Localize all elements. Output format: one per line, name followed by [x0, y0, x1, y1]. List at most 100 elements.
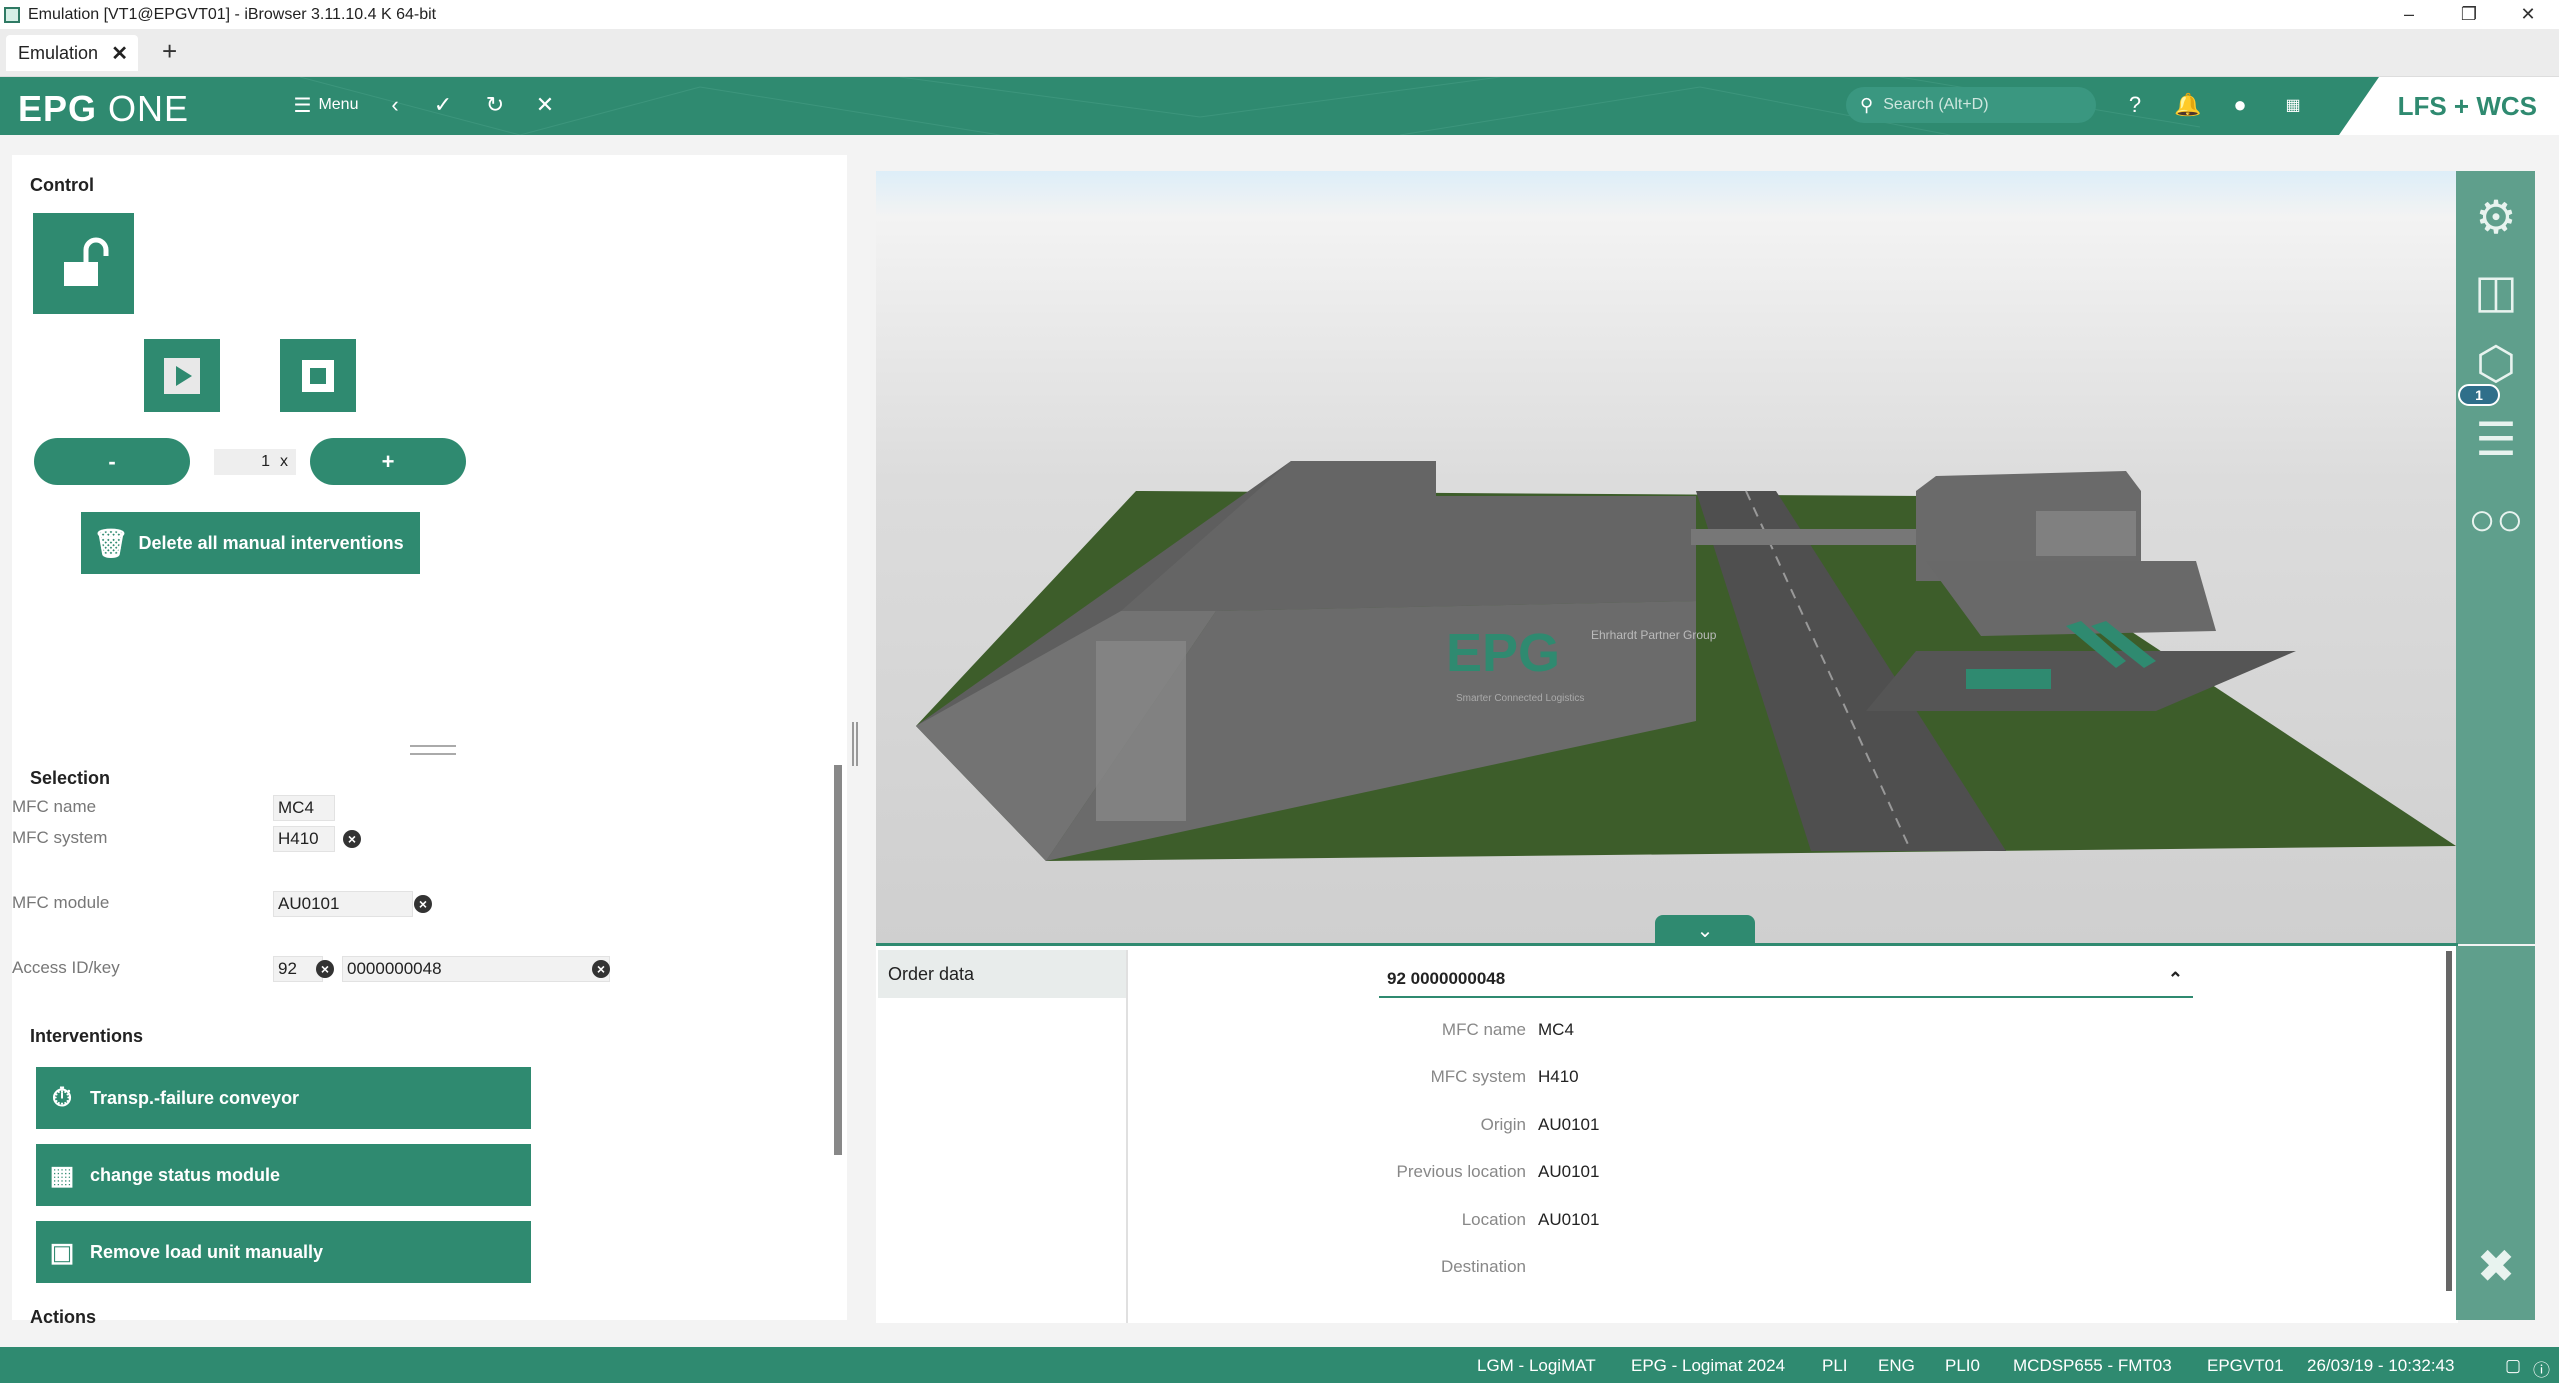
mfc-name-field[interactable]: MC4	[273, 795, 335, 821]
search-placeholder: Search (Alt+D)	[1883, 96, 1989, 113]
binoculars-icon[interactable]: ○○	[2466, 489, 2526, 549]
search-icon: ⚲	[1860, 94, 1874, 115]
clear-access-key-icon[interactable]: ×	[592, 960, 610, 978]
tab-emulation[interactable]: Emulation ✕	[6, 35, 138, 71]
delete-label: Delete all manual interventions	[138, 532, 404, 553]
layers-icon[interactable]: ☰	[2466, 409, 2526, 469]
order-row-label: Previous location	[1396, 1162, 1526, 1181]
transp-failure-conveyor-button[interactable]: ⏱ Transp.-failure conveyor	[36, 1067, 531, 1129]
window-title: Emulation [VT1@EPGVT01] - iBrowser 3.11.…	[28, 5, 437, 23]
order-row-origin: Origin AU0101	[1326, 1115, 1926, 1139]
lock-status-icon[interactable]: ▢	[2505, 1356, 2521, 1376]
logo-light: ONE	[108, 88, 190, 129]
help-icon[interactable]: ?	[2120, 87, 2150, 123]
mfc-name-label: MFC name	[12, 797, 97, 816]
unlock-icon	[63, 237, 108, 286]
status-project: EPG - Logimat 2024	[1631, 1356, 1786, 1375]
scene-logo-small-text: Ehrhardt Partner Group	[1591, 628, 1717, 642]
new-tab-button[interactable]: +	[162, 36, 177, 67]
tab-label: Emulation	[18, 42, 99, 63]
clear-mfc-module-icon[interactable]: ×	[414, 895, 432, 913]
minimize-button[interactable]: –	[2380, 0, 2438, 29]
tab-order-data[interactable]: Order data	[878, 950, 1126, 998]
speed-decrease-button[interactable]: -	[34, 438, 190, 485]
status-warehouse: LGM - LogiMAT	[1477, 1356, 1596, 1375]
clear-access-id-icon[interactable]: ×	[316, 960, 334, 978]
epg-one-logo[interactable]: EPG ONE	[18, 88, 189, 130]
warehouse-3d-scene: EPG Ehrhardt Partner Group Smarter Conne…	[916, 461, 2456, 861]
intervention-label: change status module	[90, 1164, 281, 1185]
confirm-icon[interactable]: ✓	[428, 87, 458, 123]
unlock-button[interactable]	[33, 213, 134, 314]
layer-count-badge: 1	[2458, 384, 2500, 406]
refresh-icon[interactable]: ↻	[480, 87, 510, 123]
order-row-location: Location AU0101	[1326, 1210, 1926, 1234]
remove-load-icon: ▣	[49, 1236, 75, 1267]
close-window-button[interactable]: ✕	[2499, 0, 2557, 29]
play-button[interactable]	[144, 339, 220, 412]
speed-unit: x	[280, 453, 288, 470]
intervention-label: Transp.-failure conveyor	[90, 1087, 300, 1108]
info-icon[interactable]: ⓘ	[2533, 1356, 2550, 1381]
order-row-label: MFC system	[1430, 1067, 1526, 1086]
speed-increase-button[interactable]: +	[310, 438, 466, 485]
order-data-panel: Order data 92 0000000048 ⌃ MFC name MC4 …	[876, 943, 2458, 1323]
collapse-panel-button[interactable]: ⌄	[1655, 915, 1755, 945]
clear-mfc-system-icon[interactable]: ×	[343, 830, 361, 848]
vertical-splitter-handle[interactable]	[852, 722, 858, 766]
access-key-field[interactable]: 0000000048	[342, 956, 610, 982]
change-status-module-button[interactable]: ▦ change status module	[36, 1144, 531, 1206]
order-divider	[1126, 950, 1128, 1323]
order-row-value: H410	[1538, 1067, 1579, 1086]
back-icon[interactable]: ‹	[380, 87, 410, 123]
order-selected-value: 92 0000000048	[1387, 969, 1506, 988]
panel-splitter-handle[interactable]	[410, 745, 456, 755]
chevron-up-icon[interactable]: ⌃	[2168, 969, 2183, 990]
order-row-previous-location: Previous location AU0101	[1326, 1162, 1926, 1186]
app-icon	[4, 6, 20, 23]
3d-viewport[interactable]: EPG Ehrhardt Partner Group Smarter Conne…	[876, 171, 2458, 944]
scene-tagline-text: Smarter Connected Logistics	[1456, 693, 1584, 704]
search-field[interactable]: ⚲ Search (Alt+D)	[1846, 87, 2096, 123]
box-icon[interactable]: ◫	[2466, 261, 2526, 321]
status-datetime: 26/03/19 - 10:32:43	[2307, 1356, 2455, 1375]
app-header: EPG ONE ☰ Menu ‹ ✓ ↻ ✕ ⚲ Search (Alt+D) …	[0, 77, 2559, 135]
stop-button[interactable]	[280, 339, 356, 412]
bell-icon[interactable]: 🔔	[2173, 87, 2203, 123]
remove-load-unit-button[interactable]: ▣ Remove load unit manually	[36, 1221, 531, 1283]
mfc-system-label: MFC system	[12, 828, 108, 847]
scene-logo-text: EPG	[1446, 623, 1560, 683]
order-panel-scrollbar[interactable]	[2446, 951, 2452, 1291]
mfc-system-field[interactable]: H410	[273, 826, 335, 852]
apps-grid-icon[interactable]: ▦	[2278, 87, 2308, 123]
control-title: Control	[30, 175, 94, 195]
order-selector[interactable]: 92 0000000048 ⌃	[1379, 962, 2193, 998]
mfc-module-field[interactable]: AU0101	[273, 891, 413, 917]
right-toolbar-bottom: ✖	[2456, 946, 2535, 1320]
order-row-mfc-name: MFC name MC4	[1326, 1020, 1926, 1044]
stopwatch-icon: ⏱	[51, 1082, 73, 1112]
speed-value: 1	[261, 453, 270, 470]
status-host: MCDSP655 - FMT03	[2013, 1356, 2172, 1375]
hamburger-icon: ☰	[293, 94, 312, 117]
status-pli: PLI	[1822, 1356, 1848, 1375]
settings-gear-icon[interactable]: ⚙	[2466, 187, 2526, 247]
order-row-destination: Destination	[1326, 1257, 1926, 1281]
right-toolbar: ⚙ ◫ ⬡ ☰ ○○	[2456, 171, 2535, 944]
order-row-value: MC4	[1538, 1020, 1574, 1039]
maximize-button[interactable]: ❐	[2440, 0, 2498, 29]
selection-title: Selection	[30, 768, 111, 788]
tab-close-icon[interactable]: ✕	[111, 41, 128, 66]
play-icon	[164, 357, 200, 394]
cancel-icon[interactable]: ✕	[530, 87, 560, 123]
tools-icon[interactable]: ✖	[2466, 1236, 2526, 1296]
user-icon[interactable]: ●	[2225, 87, 2255, 123]
order-row-value: AU0101	[1538, 1162, 1600, 1181]
left-panel-scrollbar[interactable]	[834, 765, 842, 1155]
speed-display: 1 x	[214, 449, 296, 475]
interventions-title: Interventions	[30, 1026, 144, 1046]
menu-button[interactable]: ☰ Menu	[286, 87, 366, 123]
order-row-label: MFC name	[1441, 1020, 1526, 1039]
chevron-down-icon: ⌄	[1696, 919, 1714, 942]
delete-all-interventions-button[interactable]: 🗑 Delete all manual interventions	[81, 512, 420, 574]
